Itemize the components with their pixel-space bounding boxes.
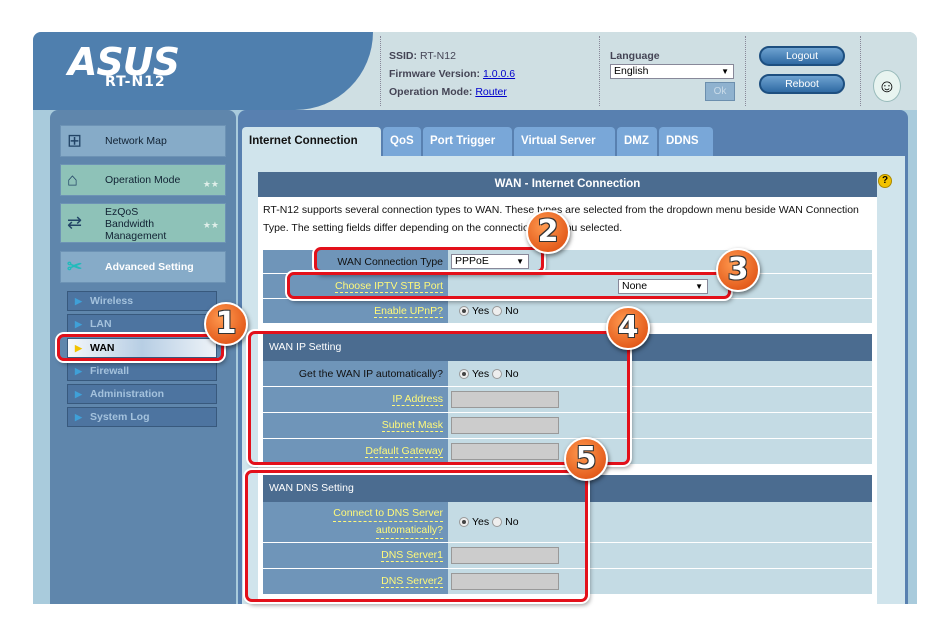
tab-port-trigger[interactable]: Port Trigger xyxy=(423,127,512,156)
arrow-icon: ▶ xyxy=(75,412,82,422)
tab-internet-connection[interactable]: Internet Connection xyxy=(242,127,381,156)
no-label: No xyxy=(505,305,519,317)
nav-label: Network Map xyxy=(105,135,167,147)
callout-frame-5 xyxy=(245,470,588,602)
nav-label: EzQoS Bandwidth Management xyxy=(105,206,167,242)
tab-ddns[interactable]: DDNS xyxy=(659,127,713,156)
upnp-row: Enable UPnP? Yes No xyxy=(263,299,872,324)
bandwidth-icon: ⇄ xyxy=(67,212,83,233)
arrow-icon: ▶ xyxy=(75,296,82,306)
help-icon[interactable]: ? xyxy=(878,174,892,188)
divider xyxy=(745,36,746,106)
divider xyxy=(599,36,600,106)
arrow-icon: ▶ xyxy=(75,366,82,376)
upnp-label[interactable]: Enable UPnP? xyxy=(374,305,443,318)
ssid-label: SSID: xyxy=(389,50,418,62)
language-select[interactable]: English ▼ xyxy=(610,64,734,79)
callout-frame-3 xyxy=(287,272,731,299)
mascot-icon: ☺ xyxy=(873,70,901,102)
sub-label: Wireless xyxy=(90,295,134,307)
model-name: RT-N12 xyxy=(105,74,166,90)
callout-badge-4: 4 xyxy=(606,306,650,350)
panel-title: WAN - Internet Connection xyxy=(258,172,877,197)
sub-wireless[interactable]: ▶ Wireless xyxy=(67,291,217,311)
dropdown-arrow-icon: ▼ xyxy=(721,67,729,76)
tab-virtual-server[interactable]: Virtual Server xyxy=(514,127,615,156)
ssid-value: RT-N12 xyxy=(419,50,456,62)
arrow-icon: ▶ xyxy=(75,389,82,399)
stars-icon: ★★ xyxy=(202,179,219,189)
tab-dmz[interactable]: DMZ xyxy=(617,127,657,156)
nav-label: Operation Mode xyxy=(105,174,181,186)
callout-badge-2: 2 xyxy=(526,210,570,254)
yes-label: Yes xyxy=(472,305,490,317)
firmware-link[interactable]: 1.0.0.6 xyxy=(483,68,515,80)
arrow-icon: ▶ xyxy=(75,319,82,329)
sub-label: Administration xyxy=(90,388,165,400)
reboot-button[interactable]: Reboot xyxy=(759,74,845,94)
operation-mode: Operation Mode: Router xyxy=(389,86,507,98)
tab-qos[interactable]: QoS xyxy=(383,127,421,156)
ssid: SSID: RT-N12 xyxy=(389,50,456,62)
stars-icon: ★★ xyxy=(202,220,219,230)
language-label: Language xyxy=(610,50,660,62)
divider xyxy=(860,36,861,106)
sub-firewall[interactable]: ▶ Firewall xyxy=(67,361,217,381)
sub-system-log[interactable]: ▶ System Log xyxy=(67,407,217,427)
sub-lan[interactable]: ▶ LAN xyxy=(67,314,217,334)
callout-frame-2 xyxy=(314,247,544,273)
network-map-icon: ⊞ xyxy=(67,130,83,151)
nav-advanced-setting[interactable]: ✂ Advanced Setting xyxy=(60,251,226,283)
nav-network-map[interactable]: ⊞ Network Map xyxy=(60,125,226,157)
ok-button[interactable]: Ok xyxy=(705,82,735,101)
sub-label: LAN xyxy=(90,318,112,330)
tools-icon: ✂ xyxy=(67,256,83,277)
sub-label: System Log xyxy=(90,411,150,423)
upnp-yes-radio[interactable] xyxy=(459,306,469,316)
divider xyxy=(380,36,381,106)
firmware-label: Firmware Version: xyxy=(389,68,481,80)
header: ASUS RT-N12 SSID: RT-N12 Firmware Versio… xyxy=(33,32,917,110)
firmware: Firmware Version: 1.0.0.6 xyxy=(389,68,515,80)
sub-label: Firewall xyxy=(90,365,130,377)
callout-frame-1 xyxy=(57,334,224,361)
router-icon: ⌂ xyxy=(67,169,78,190)
upnp-no-radio[interactable] xyxy=(492,306,503,316)
callout-badge-1: 1 xyxy=(204,302,248,346)
callout-badge-3: 3 xyxy=(716,248,760,292)
logo: ASUS RT-N12 xyxy=(33,32,373,110)
logout-button[interactable]: Logout xyxy=(759,46,845,66)
opmode-link[interactable]: Router xyxy=(475,86,507,98)
language-value: English xyxy=(614,65,649,77)
opmode-label: Operation Mode: xyxy=(389,86,473,98)
nav-label: Advanced Setting xyxy=(105,261,194,273)
callout-badge-5: 5 xyxy=(564,437,608,481)
sub-administration[interactable]: ▶ Administration xyxy=(67,384,217,404)
nav-ezqos[interactable]: ⇄ EzQoS Bandwidth Management ★★ xyxy=(60,203,226,243)
nav-operation-mode[interactable]: ⌂ Operation Mode ★★ xyxy=(60,164,226,196)
